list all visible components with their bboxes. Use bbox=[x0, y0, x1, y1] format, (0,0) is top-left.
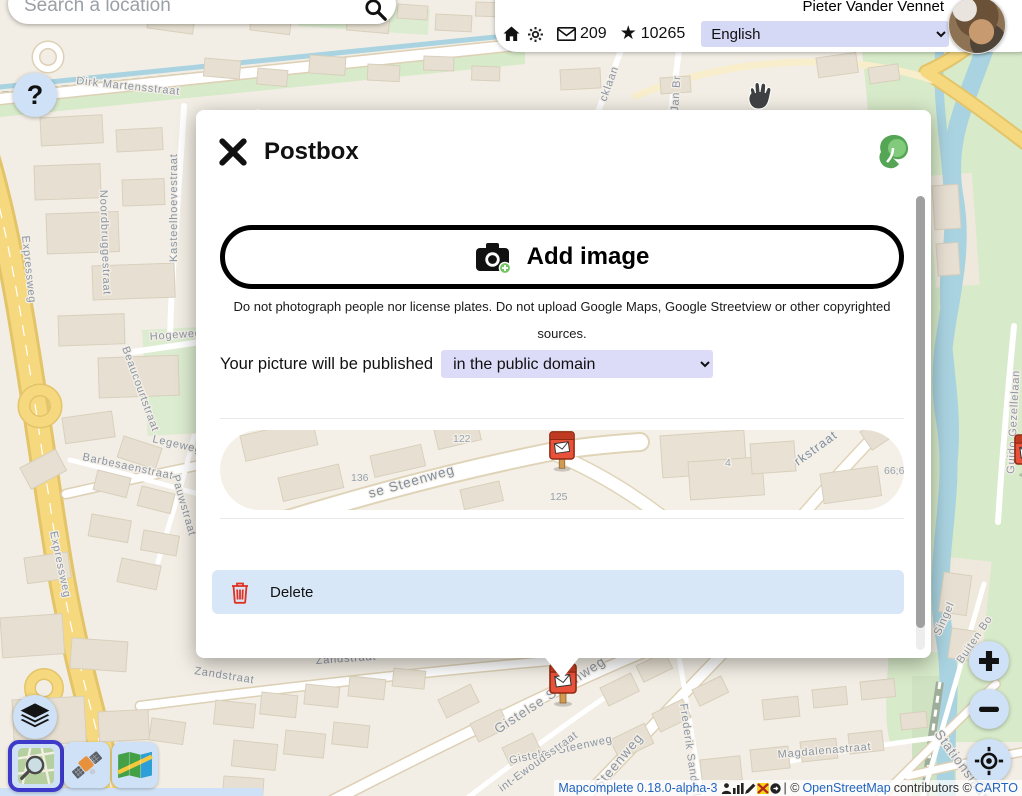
license-label: Your picture will be published bbox=[220, 355, 433, 374]
attribution-bar: Mapcomplete 0.18.0-alpha-3 | © OpenStree… bbox=[554, 780, 1022, 796]
privacy-circle-icon[interactable] bbox=[770, 783, 781, 794]
zoom-in-button[interactable] bbox=[969, 641, 1009, 681]
delete-button[interactable]: Delete bbox=[212, 570, 904, 614]
layers-icon bbox=[19, 703, 51, 731]
crosshair-icon bbox=[974, 746, 1004, 776]
license-select[interactable]: in the public domain bbox=[441, 350, 713, 378]
add-image-label: Add image bbox=[527, 243, 650, 271]
divider bbox=[220, 518, 904, 519]
postbox-marker-edge[interactable] bbox=[1012, 434, 1022, 478]
satellite-icon bbox=[69, 747, 105, 783]
carto-link[interactable]: CARTO bbox=[975, 781, 1018, 795]
mapcomplete-app: Dirk Martensstraat Noordbruggestraat Kas… bbox=[0, 0, 1022, 796]
street-label: Jan Br bbox=[669, 75, 684, 112]
basemap-style-map-button[interactable] bbox=[112, 742, 158, 788]
star-icon: ★ bbox=[620, 24, 637, 43]
minus-icon bbox=[976, 696, 1002, 722]
attribution-icons bbox=[721, 783, 781, 794]
attribution-separator: | © bbox=[784, 781, 800, 795]
user-panel: Pieter Vander Vennet 209 ★ 10265 English bbox=[495, 0, 1022, 52]
basemap-style-satellite-button[interactable] bbox=[64, 742, 110, 788]
popup-scrollbar[interactable] bbox=[916, 196, 925, 650]
osm-carto-icon bbox=[17, 747, 55, 785]
popup-scrollbar-thumb[interactable] bbox=[916, 196, 925, 628]
star-count[interactable]: 10265 bbox=[641, 25, 686, 43]
minimap-housenumber: 4 bbox=[725, 457, 731, 469]
user-menu-row: 209 ★ 10265 English bbox=[503, 20, 979, 48]
delete-label: Delete bbox=[270, 584, 313, 601]
trash-icon bbox=[230, 581, 250, 604]
contributor-person-icon[interactable] bbox=[721, 783, 732, 794]
minimap-housenumber: 66;66 bbox=[884, 465, 904, 477]
folded-map-icon bbox=[116, 750, 154, 780]
image-disclaimer: Do not photograph people nor license pla… bbox=[220, 294, 904, 347]
minimap-housenumber: 136 bbox=[351, 472, 369, 484]
gear-icon[interactable] bbox=[527, 26, 544, 43]
user-avatar[interactable] bbox=[948, 0, 1006, 54]
geolocate-button[interactable] bbox=[967, 739, 1011, 783]
close-button[interactable] bbox=[216, 135, 250, 169]
popup-tail bbox=[543, 655, 581, 679]
pan-hand-cursor bbox=[742, 78, 774, 112]
close-icon bbox=[218, 137, 248, 167]
user-name: Pieter Vander Vennet bbox=[803, 0, 945, 15]
basemap-style-osm-button[interactable] bbox=[8, 740, 64, 792]
popup-header: Postbox bbox=[216, 132, 913, 172]
home-icon[interactable] bbox=[503, 26, 520, 42]
camera-plus-icon bbox=[475, 241, 513, 273]
layers-button[interactable] bbox=[13, 695, 57, 739]
language-select[interactable]: English bbox=[701, 21, 949, 47]
street-label: Zandstraat bbox=[194, 665, 256, 686]
divider bbox=[220, 418, 904, 419]
zoom-out-button[interactable] bbox=[969, 689, 1009, 729]
minimap-housenumber: 125 bbox=[550, 491, 568, 503]
feature-popup: Postbox Add image Do not photograph peop… bbox=[196, 110, 931, 658]
attribution-contributors: contributors © bbox=[894, 781, 972, 795]
mapcomplete-version-link[interactable]: Mapcomplete 0.18.0-alpha-3 bbox=[558, 781, 717, 795]
stats-chart-icon[interactable] bbox=[733, 783, 744, 794]
plus-icon bbox=[976, 648, 1002, 674]
street-label: Kasteelhoevestraat bbox=[168, 153, 180, 262]
search-icon[interactable] bbox=[364, 0, 388, 22]
search-bar bbox=[8, 0, 396, 24]
add-image-button[interactable]: Add image bbox=[220, 225, 904, 289]
flanders-flag-icon[interactable] bbox=[757, 783, 769, 794]
help-button[interactable]: ? bbox=[13, 73, 57, 117]
messages-icon[interactable] bbox=[557, 27, 576, 41]
license-row: Your picture will be published in the pu… bbox=[220, 350, 713, 378]
minimap-housenumber: 122 bbox=[453, 433, 471, 445]
mapcomplete-logo-icon bbox=[873, 132, 913, 172]
search-input[interactable] bbox=[22, 0, 356, 20]
help-icon: ? bbox=[27, 80, 44, 111]
osm-link[interactable]: OpenStreetMap bbox=[802, 781, 890, 795]
message-count[interactable]: 209 bbox=[580, 25, 607, 43]
popup-minimap[interactable]: se Steenweg 122 136 125 4 rkstraat 66;66 bbox=[220, 430, 904, 510]
edit-pencil-icon[interactable] bbox=[745, 783, 756, 794]
popup-title: Postbox bbox=[264, 138, 359, 166]
